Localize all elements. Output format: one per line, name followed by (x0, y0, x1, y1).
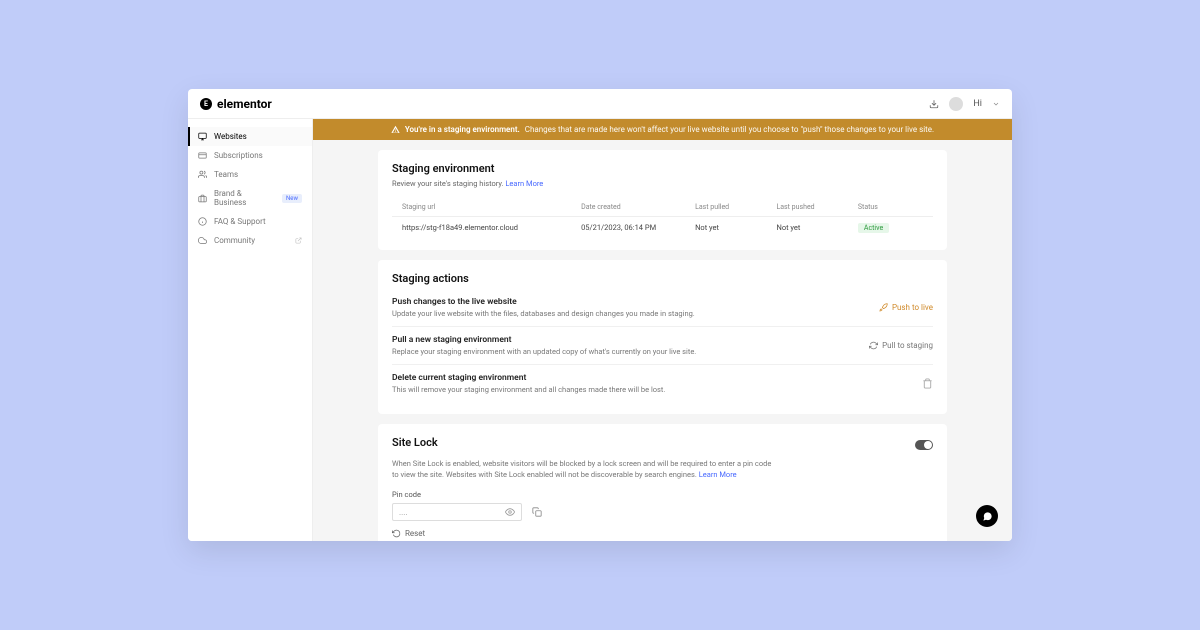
last-pushed: Not yet (776, 223, 857, 232)
refresh-icon (869, 341, 878, 350)
push-desc: Update your live website with the files,… (392, 309, 695, 318)
greeting-text: Hi (973, 99, 982, 109)
col-url-header: Staging url (402, 203, 581, 211)
external-link-icon (295, 237, 302, 244)
banner-bold-text: You're in a staging environment. (405, 125, 520, 134)
users-icon (198, 170, 207, 179)
push-action-row: Push changes to the live website Update … (392, 289, 933, 327)
site-lock-toggle[interactable] (915, 440, 933, 450)
sidebar-item-websites[interactable]: Websites (188, 127, 312, 146)
main-inner: Staging environment Review your site's s… (313, 140, 1012, 541)
pin-code-label: Pin code (392, 490, 933, 499)
card-subtitle: Review your site's staging history. Lear… (392, 179, 933, 188)
reset-button[interactable]: Reset (392, 529, 933, 538)
staging-banner: You're in a staging environment. Changes… (313, 119, 1012, 140)
warning-icon (391, 125, 400, 134)
learn-more-link[interactable]: Learn More (505, 179, 543, 188)
last-pulled: Not yet (695, 223, 776, 232)
sidebar-item-subscriptions[interactable]: Subscriptions (188, 146, 312, 165)
subtitle-text: Review your site's staging history. (392, 179, 504, 188)
col-pushed-header: Last pushed (776, 203, 857, 211)
logo[interactable]: E elementor (200, 97, 272, 111)
date-created: 05/21/2023, 06:14 PM (581, 223, 695, 232)
push-title: Push changes to the live website (392, 297, 695, 307)
delete-title: Delete current staging environment (392, 373, 665, 383)
status-cell: Active (858, 223, 923, 232)
delete-button[interactable] (922, 378, 933, 389)
logo-icon: E (200, 98, 212, 110)
app-header: E elementor Hi (188, 89, 1012, 119)
refresh-icon (392, 529, 401, 538)
pull-title: Pull a new staging environment (392, 335, 696, 345)
sidebar-item-label: Community (214, 236, 255, 245)
col-pulled-header: Last pulled (695, 203, 776, 211)
staging-table: Staging url Date created Last pulled Las… (392, 198, 933, 238)
table-row: https://stg-f18a49.elementor.cloud 05/21… (392, 217, 933, 238)
sidebar-item-label: Websites (214, 132, 247, 141)
avatar[interactable] (949, 97, 963, 111)
delete-action-row: Delete current staging environment This … (392, 365, 933, 402)
eye-icon[interactable] (505, 507, 515, 517)
chat-fab-button[interactable] (976, 505, 998, 527)
toggle-knob (924, 441, 932, 449)
briefcase-icon (198, 194, 207, 203)
site-lock-card: Site Lock When Site Lock is enabled, web… (378, 424, 947, 541)
sidebar-item-label: FAQ & Support (214, 217, 266, 226)
push-btn-label: Push to live (892, 303, 933, 312)
sidebar-item-teams[interactable]: Teams (188, 165, 312, 184)
pull-btn-label: Pull to staging (882, 341, 933, 350)
sidebar: Websites Subscriptions Teams Brand & Bus… (188, 119, 313, 541)
banner-text: Changes that are made here won't affect … (525, 125, 934, 134)
sidebar-item-community[interactable]: Community (188, 231, 312, 250)
staging-actions-card: Staging actions Push changes to the live… (378, 260, 947, 414)
card-title: Staging actions (392, 272, 933, 285)
app-window: E elementor Hi Websites Subscriptions (188, 89, 1012, 541)
cloud-icon (198, 236, 207, 245)
push-icon (879, 303, 888, 312)
learn-more-link[interactable]: Learn More (699, 470, 737, 479)
copy-button[interactable] (532, 507, 542, 517)
staging-url[interactable]: https://stg-f18a49.elementor.cloud (402, 223, 581, 232)
chevron-down-icon[interactable] (992, 100, 1000, 108)
sidebar-item-brand-business[interactable]: Brand & Business New (188, 184, 312, 212)
pull-to-staging-button[interactable]: Pull to staging (869, 341, 933, 350)
status-badge: Active (858, 223, 889, 233)
col-status-header: Status (858, 203, 923, 211)
staging-environment-card: Staging environment Review your site's s… (378, 150, 947, 250)
col-date-header: Date created (581, 203, 695, 211)
reset-label: Reset (405, 529, 425, 538)
pull-action-row: Pull a new staging environment Replace y… (392, 327, 933, 365)
push-to-live-button[interactable]: Push to live (879, 303, 933, 312)
card-title: Site Lock (392, 436, 438, 449)
sidebar-item-faq-support[interactable]: FAQ & Support (188, 212, 312, 231)
new-badge: New (282, 194, 302, 203)
monitor-icon (198, 132, 207, 141)
pull-desc: Replace your staging environment with an… (392, 347, 696, 356)
delete-desc: This will remove your staging environmen… (392, 385, 665, 394)
chat-icon (982, 511, 993, 522)
site-lock-desc: When Site Lock is enabled, website visit… (392, 459, 772, 480)
body: Websites Subscriptions Teams Brand & Bus… (188, 119, 1012, 541)
sidebar-item-label: Subscriptions (214, 151, 263, 160)
card-icon (198, 151, 207, 160)
download-icon[interactable] (929, 99, 939, 109)
pin-code-input[interactable]: .... (392, 503, 522, 521)
table-header: Staging url Date created Last pulled Las… (392, 198, 933, 217)
info-icon (198, 217, 207, 226)
sidebar-item-label: Brand & Business (214, 189, 275, 207)
pin-placeholder: .... (399, 508, 407, 517)
trash-icon (922, 378, 933, 389)
header-actions: Hi (929, 97, 1000, 111)
logo-text: elementor (217, 97, 272, 111)
pin-wrap: .... (392, 503, 933, 521)
main-content: You're in a staging environment. Changes… (313, 119, 1012, 541)
sidebar-item-label: Teams (214, 170, 238, 179)
card-title: Staging environment (392, 162, 933, 175)
